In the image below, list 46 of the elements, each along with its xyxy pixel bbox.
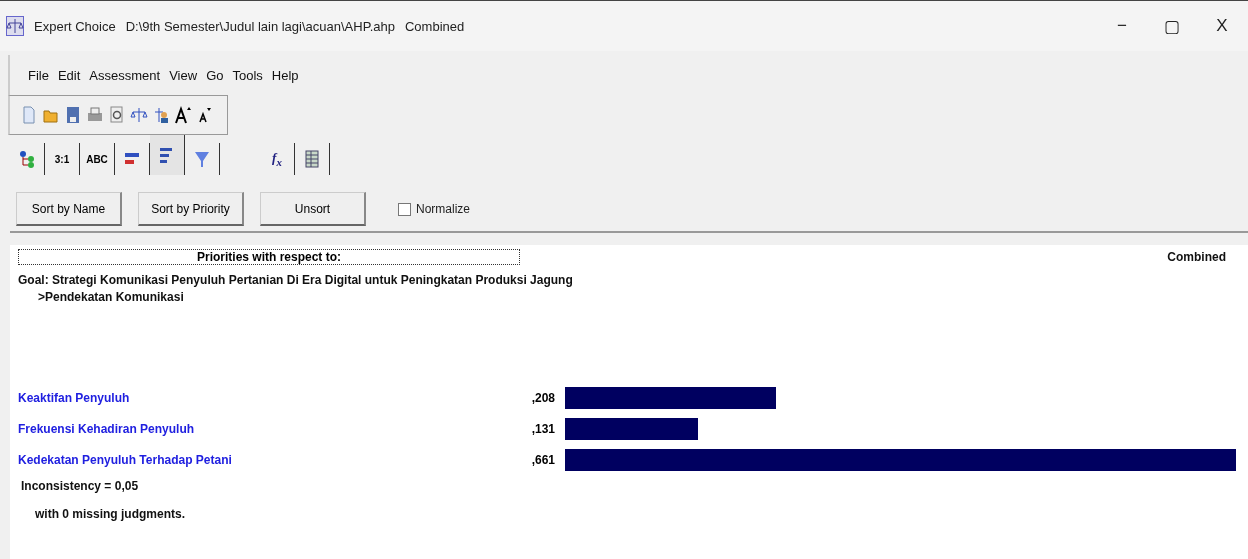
window-control[interactable]: ▢ bbox=[1152, 15, 1192, 37]
priority-value: ,131 bbox=[530, 421, 555, 436]
menu-item[interactable]: Assessment bbox=[89, 67, 161, 83]
section-heading: Priorities with respect to: bbox=[18, 249, 520, 265]
window-control[interactable]: X bbox=[1202, 16, 1242, 36]
function-label: f$_{x}$ bbox=[272, 150, 282, 168]
view-mode: Combined bbox=[404, 18, 465, 34]
file-path: D:\9th Semester\Judul lain lagi\acuan\AHP.ahp bbox=[125, 18, 395, 34]
tree-icon[interactable] bbox=[18, 149, 36, 169]
inconsistency-text: Inconsistency = 0,05 bbox=[21, 479, 140, 493]
tab-label: 3:1 bbox=[54, 153, 70, 165]
scales-icon bbox=[6, 16, 24, 36]
view-tab[interactable]: ABC bbox=[80, 143, 115, 175]
font-increase-icon[interactable] bbox=[174, 105, 192, 125]
sort-button[interactable]: Sort by Priority bbox=[138, 192, 244, 226]
tab-label: ABC bbox=[86, 153, 108, 165]
criterion-name: Kedekatan Penyuluh Terhadap Petani bbox=[18, 452, 233, 467]
window-control[interactable]: − bbox=[1102, 16, 1142, 36]
criterion-name: Keaktifan Penyuluh bbox=[18, 390, 131, 405]
app-name: Expert Choice bbox=[34, 18, 116, 34]
mode-label: Combined bbox=[1167, 250, 1226, 264]
font-decrease-icon[interactable] bbox=[196, 105, 214, 125]
missing-text: with 0 missing judgments. bbox=[35, 507, 187, 521]
priority-value: ,661 bbox=[530, 452, 555, 467]
normalize-checkbox[interactable] bbox=[398, 202, 411, 216]
view-tab[interactable]: 3:1 bbox=[45, 143, 80, 175]
menu-item[interactable]: Help bbox=[271, 67, 299, 83]
view-tab[interactable]: f$_{x}$ bbox=[260, 143, 295, 175]
preview-icon[interactable] bbox=[108, 105, 126, 125]
priority-value: ,208 bbox=[530, 390, 555, 405]
person-icon[interactable] bbox=[152, 105, 170, 125]
sort-button[interactable]: Sort by Name bbox=[16, 192, 122, 226]
grid-icon[interactable] bbox=[303, 149, 321, 169]
menu-item[interactable]: Edit bbox=[57, 67, 81, 83]
sort-button[interactable]: Unsort bbox=[260, 192, 366, 226]
checkbox-label: Normalize bbox=[416, 202, 470, 216]
goal-text: Goal: Strategi Komunikasi Penyuluh Pertanian Di Era Digital untuk Peningkatan Produksi Jagung bbox=[18, 273, 574, 287]
menu-item[interactable]: File bbox=[28, 67, 49, 83]
menu-item[interactable]: View bbox=[169, 67, 198, 83]
node-text: >Pendekatan Komunikasi bbox=[38, 290, 185, 304]
menu-item[interactable]: Tools bbox=[232, 67, 263, 83]
scales-icon[interactable] bbox=[130, 105, 148, 125]
save-icon[interactable] bbox=[64, 105, 82, 125]
view-tab[interactable] bbox=[150, 135, 185, 175]
criterion-name: Frekuensi Kehadiran Penyuluh bbox=[18, 421, 196, 436]
menu-item[interactable]: Go bbox=[206, 67, 224, 83]
